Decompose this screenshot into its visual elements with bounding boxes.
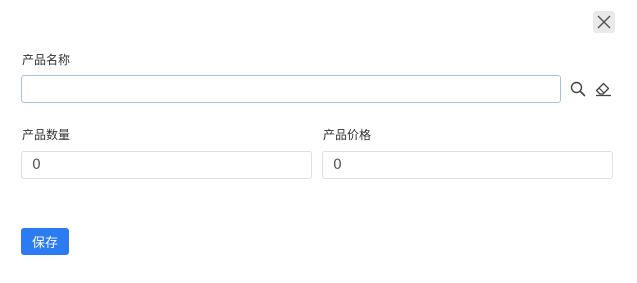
close-button[interactable] [593,11,615,33]
product-name-input[interactable] [21,75,561,103]
close-icon [597,15,611,29]
product-price-input[interactable]: 0 [322,151,613,179]
search-button[interactable] [569,80,587,98]
search-icon [570,81,586,97]
product-dialog: 产品名称 产品数量 0 产品价格 0 保存 [0,0,637,283]
product-name-label: 产品名称 [22,53,71,67]
eraser-icon [595,82,611,97]
product-qty-label: 产品数量 [22,128,71,142]
clear-button[interactable] [594,80,612,98]
product-price-label: 产品价格 [323,128,372,142]
save-button[interactable]: 保存 [21,228,69,255]
product-qty-input[interactable]: 0 [21,151,312,179]
